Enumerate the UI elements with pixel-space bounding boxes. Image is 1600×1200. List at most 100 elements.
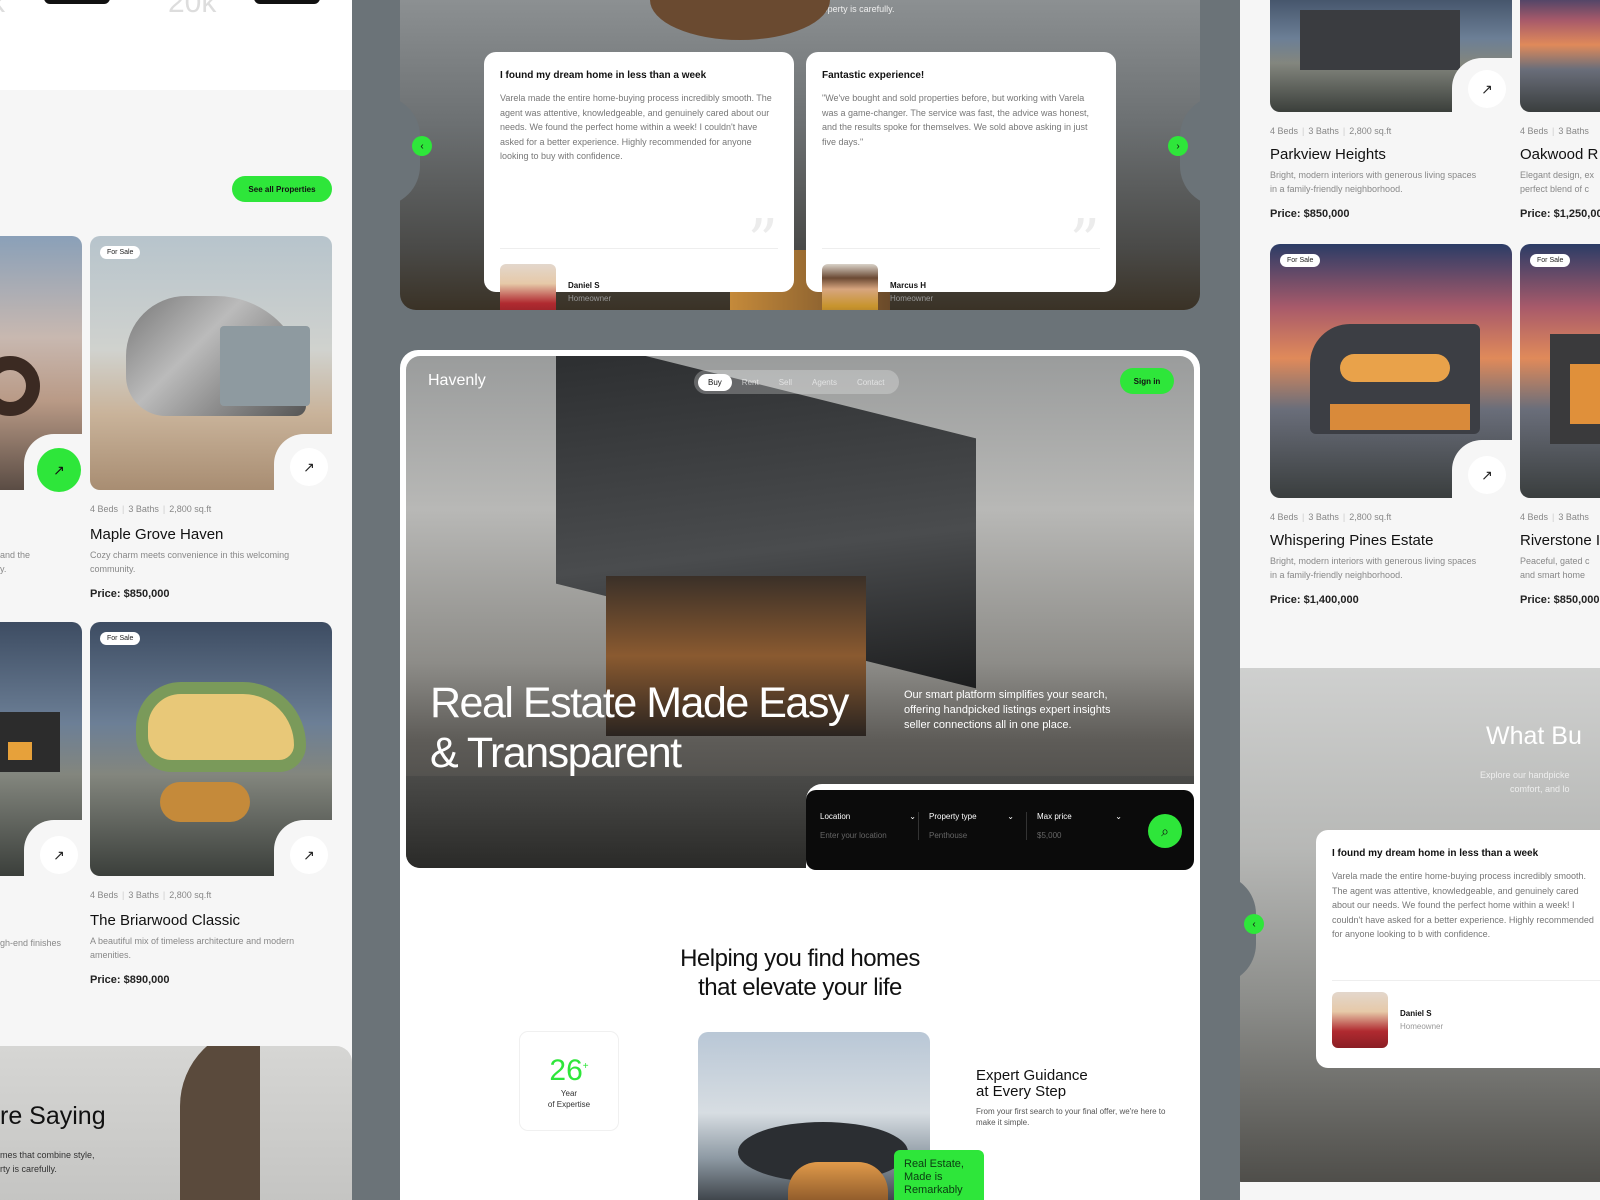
stats-strip: k 20k [0,0,352,90]
for-sale-badge: For Sale [100,632,141,645]
hero-subtitle: Our smart platform simplifies your searc… [904,689,1111,731]
property-title[interactable]: Riverstone I [1520,532,1600,549]
stat-button[interactable] [254,0,320,4]
property-price: Price: $850,000 [1520,594,1600,606]
avatar [500,264,556,310]
location-field[interactable]: Location ⌄ Enter your location [820,812,916,840]
property-desc: Peaceful, gated c and smart home [1520,556,1590,580]
nav-contact[interactable]: Contact [847,374,895,391]
arrow-up-right-icon[interactable]: ↗ [37,448,81,492]
property-type-field[interactable]: Property type ⌄ Penthouse [918,812,1014,840]
chevron-down-icon[interactable]: ⌄ [1007,812,1014,821]
stat-number-partial: k [0,0,5,20]
author-name: Daniel S [1400,1009,1432,1018]
chevron-down-icon[interactable]: ⌄ [909,812,916,821]
property-type-label: Property type [929,812,977,821]
window-light [8,742,32,760]
arrow-up-right-icon[interactable]: ↗ [40,836,78,874]
property-title[interactable]: Oakwood R [1520,146,1598,163]
chevron-left-icon[interactable]: ‹ [412,136,432,156]
property-title[interactable]: The Briarwood Classic [90,912,240,929]
property-title[interactable]: Maple Grove Haven [90,526,223,543]
property-title[interactable]: Whispering Pines Estate [1270,532,1433,549]
see-all-properties-button[interactable]: See all Properties [232,176,332,202]
author-name: Daniel S [568,281,600,290]
brand-logo[interactable]: Havenly [428,372,486,390]
property-title[interactable]: Parkview Heights [1270,146,1386,163]
testimonial-author: Marcus H Homeowner [822,264,933,310]
house-shape [180,1046,260,1200]
for-sale-badge: For Sale [100,246,141,259]
testimonial-title: I found my dream home in less than a wee… [500,70,707,81]
stat-number: 20k [168,0,217,19]
testimonial-text: Varela made the entire home-buying proce… [500,93,772,161]
hero-title-line: & Transparent [430,729,682,777]
house-shape [0,356,40,416]
divider [1332,980,1600,981]
arrow-up-right-icon[interactable]: ↗ [1468,456,1506,494]
avatar [1332,992,1388,1048]
property-desc: Elegant design, ex perfect blend of c [1520,170,1595,194]
location-label: Location [820,812,851,821]
testimonial-author: Daniel S Homeowner [1332,992,1443,1048]
chevron-down-icon[interactable]: ⌄ [1115,812,1122,821]
arrow-up-right-icon[interactable]: ↗ [290,448,328,486]
right-panel: ↗ 4 Beds | 3 Baths | 2,800 sq.ft Parkview He… [1240,0,1600,1200]
partial-desc: and the y. [0,550,31,574]
property-meta: 4 Beds | 3 Baths | 2,800 sq.ft [90,504,212,514]
arrow-up-right-icon[interactable]: ↗ [1468,70,1506,108]
property-type-select[interactable]: Penthouse [929,831,1014,840]
property-price: Price: $890,000 [90,974,170,986]
location-input[interactable]: Enter your location [820,831,916,840]
stat-button-partial[interactable] [44,0,110,4]
testimonials-section: comfort, and location Each property is c… [400,0,1200,310]
sign-in-button[interactable]: Sign in [1120,368,1174,394]
nav-rent[interactable]: Rent [732,374,769,391]
property-meta: 4 Beds | 3 Baths | 2,800 sq.ft [1270,512,1392,522]
property-meta: 4 Beds | 3 Baths [1520,512,1589,522]
property-price: Price: $1,250,00 [1520,208,1600,220]
testimonial-text: Varela made the entire home-buying proce… [1332,871,1594,939]
expert-title: Expert Guidance at Every Step [976,1067,1088,1100]
testimonial-title: Fantastic experience! [822,70,925,81]
stat-number: 26+ [549,1054,589,1087]
nav-buy[interactable]: Buy [698,373,732,391]
window-light [1570,364,1600,424]
section-heading: re Saying [0,1102,106,1130]
property-meta: 4 Beds | 3 Baths [1520,126,1589,136]
nav-sell[interactable]: Sell [769,374,802,391]
max-price-field[interactable]: Max price ⌄ $5,000 [1026,812,1122,840]
glass-wall [220,326,310,406]
partial-desc: gh-end finishes [0,938,62,948]
search-icon[interactable]: ⌕ [1148,814,1182,848]
property-price: Price: $850,000 [90,588,170,600]
house-shape [136,682,306,772]
house-lights [1330,404,1470,430]
left-panel: k 20k See all Properties ↗ and they. For… [0,0,352,1200]
house-lights [788,1162,888,1200]
divider [822,248,1100,249]
section-title-line: that elevate your life [698,974,902,1001]
section-title: Helping you find homes that elevate your… [400,944,1200,1002]
feature-tag: Real Estate, Made is Remarkably [894,1150,984,1200]
hero-title-line: Real Estate Made Easy [430,679,849,727]
window-light [1340,354,1450,382]
testimonials-section-partial: What Bu Explore our handpicke comfort, an… [1240,668,1600,1182]
author-role: Homeowner [568,294,612,303]
property-image-partial[interactable] [1520,0,1600,112]
quote-icon: ” [1069,207,1100,277]
property-desc: A beautiful mix of timeless architecture… [90,936,295,960]
nav-agents[interactable]: Agents [802,374,847,391]
expertise-stat: 26+ Year of Expertise [520,1032,618,1130]
max-price-select[interactable]: $5,000 [1037,831,1122,840]
chevron-left-icon[interactable]: ‹ [1244,914,1264,934]
section-heading: What Bu [1486,722,1582,750]
property-desc: Cozy charm meets convenience in this wel… [90,550,290,574]
chevron-right-icon[interactable]: › [1168,136,1188,156]
property-image-partial[interactable]: For Sale [1520,244,1600,498]
arrow-up-right-icon[interactable]: ↗ [290,836,328,874]
house-base [160,782,250,822]
search-bar: Location ⌄ Enter your location Property t… [806,790,1194,870]
property-desc: Bright, modern interiors with generous l… [1270,556,1477,580]
for-sale-badge: For Sale [1530,254,1571,267]
